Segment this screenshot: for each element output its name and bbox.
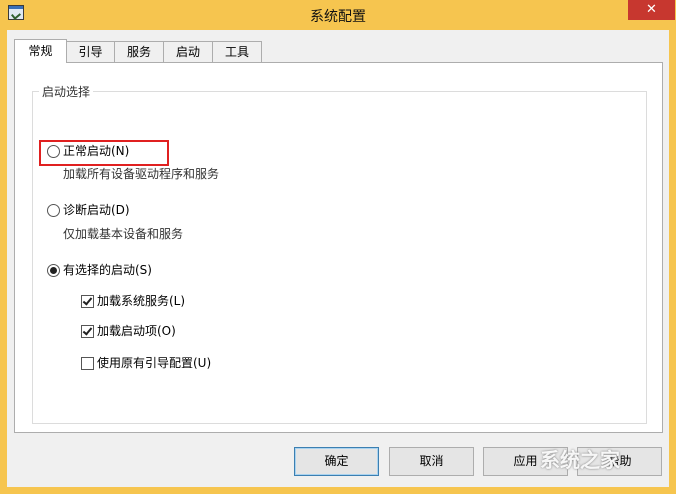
- use-original-boot-config-checkbox[interactable]: [81, 357, 94, 370]
- load-startup-items-label[interactable]: 加载启动项(O): [97, 322, 176, 339]
- group-title: 启动选择: [39, 83, 94, 100]
- tab-boot[interactable]: 引导: [66, 41, 115, 62]
- window-title: 系统配置: [310, 9, 366, 25]
- diagnostic-startup-desc: 仅加载基本设备和服务: [63, 227, 184, 241]
- cancel-button[interactable]: 取消: [389, 447, 474, 476]
- selective-startup-label[interactable]: 有选择的启动(S): [63, 261, 152, 278]
- tab-services[interactable]: 服务: [114, 41, 164, 62]
- title-bar: 系统配置 ✕: [0, 0, 676, 30]
- tab-general[interactable]: 常规: [14, 39, 67, 63]
- use-original-boot-config-label[interactable]: 使用原有引导配置(U): [97, 354, 211, 371]
- normal-startup-desc: 加载所有设备驱动程序和服务: [63, 167, 220, 181]
- close-button[interactable]: ✕: [628, 0, 675, 20]
- load-system-services-checkbox[interactable]: [81, 295, 94, 308]
- selective-startup-radio[interactable]: [47, 264, 60, 277]
- normal-startup-radio[interactable]: [47, 145, 60, 158]
- close-icon: ✕: [646, 2, 657, 17]
- tab-startup[interactable]: 启动: [163, 41, 213, 62]
- system-config-window: 系统配置 ✕ 常规 引导 服务 启动 工具 启动选择 正常启动(N) 加载所有设…: [0, 0, 676, 494]
- normal-startup-label[interactable]: 正常启动(N): [63, 142, 129, 159]
- watermark: 系统之家: [540, 448, 620, 472]
- dialog-body: 常规 引导 服务 启动 工具 启动选择 正常启动(N) 加载所有设备驱动程序和服…: [7, 30, 669, 487]
- tab-tools[interactable]: 工具: [212, 41, 262, 62]
- general-tab-panel: 启动选择 正常启动(N) 加载所有设备驱动程序和服务 诊断启动(D) 仅加载基本…: [14, 62, 663, 433]
- load-startup-items-checkbox[interactable]: [81, 325, 94, 338]
- diagnostic-startup-label[interactable]: 诊断启动(D): [63, 201, 130, 218]
- load-system-services-label[interactable]: 加载系统服务(L): [97, 292, 185, 309]
- ok-button[interactable]: 确定: [294, 447, 379, 476]
- diagnostic-startup-radio[interactable]: [47, 204, 60, 217]
